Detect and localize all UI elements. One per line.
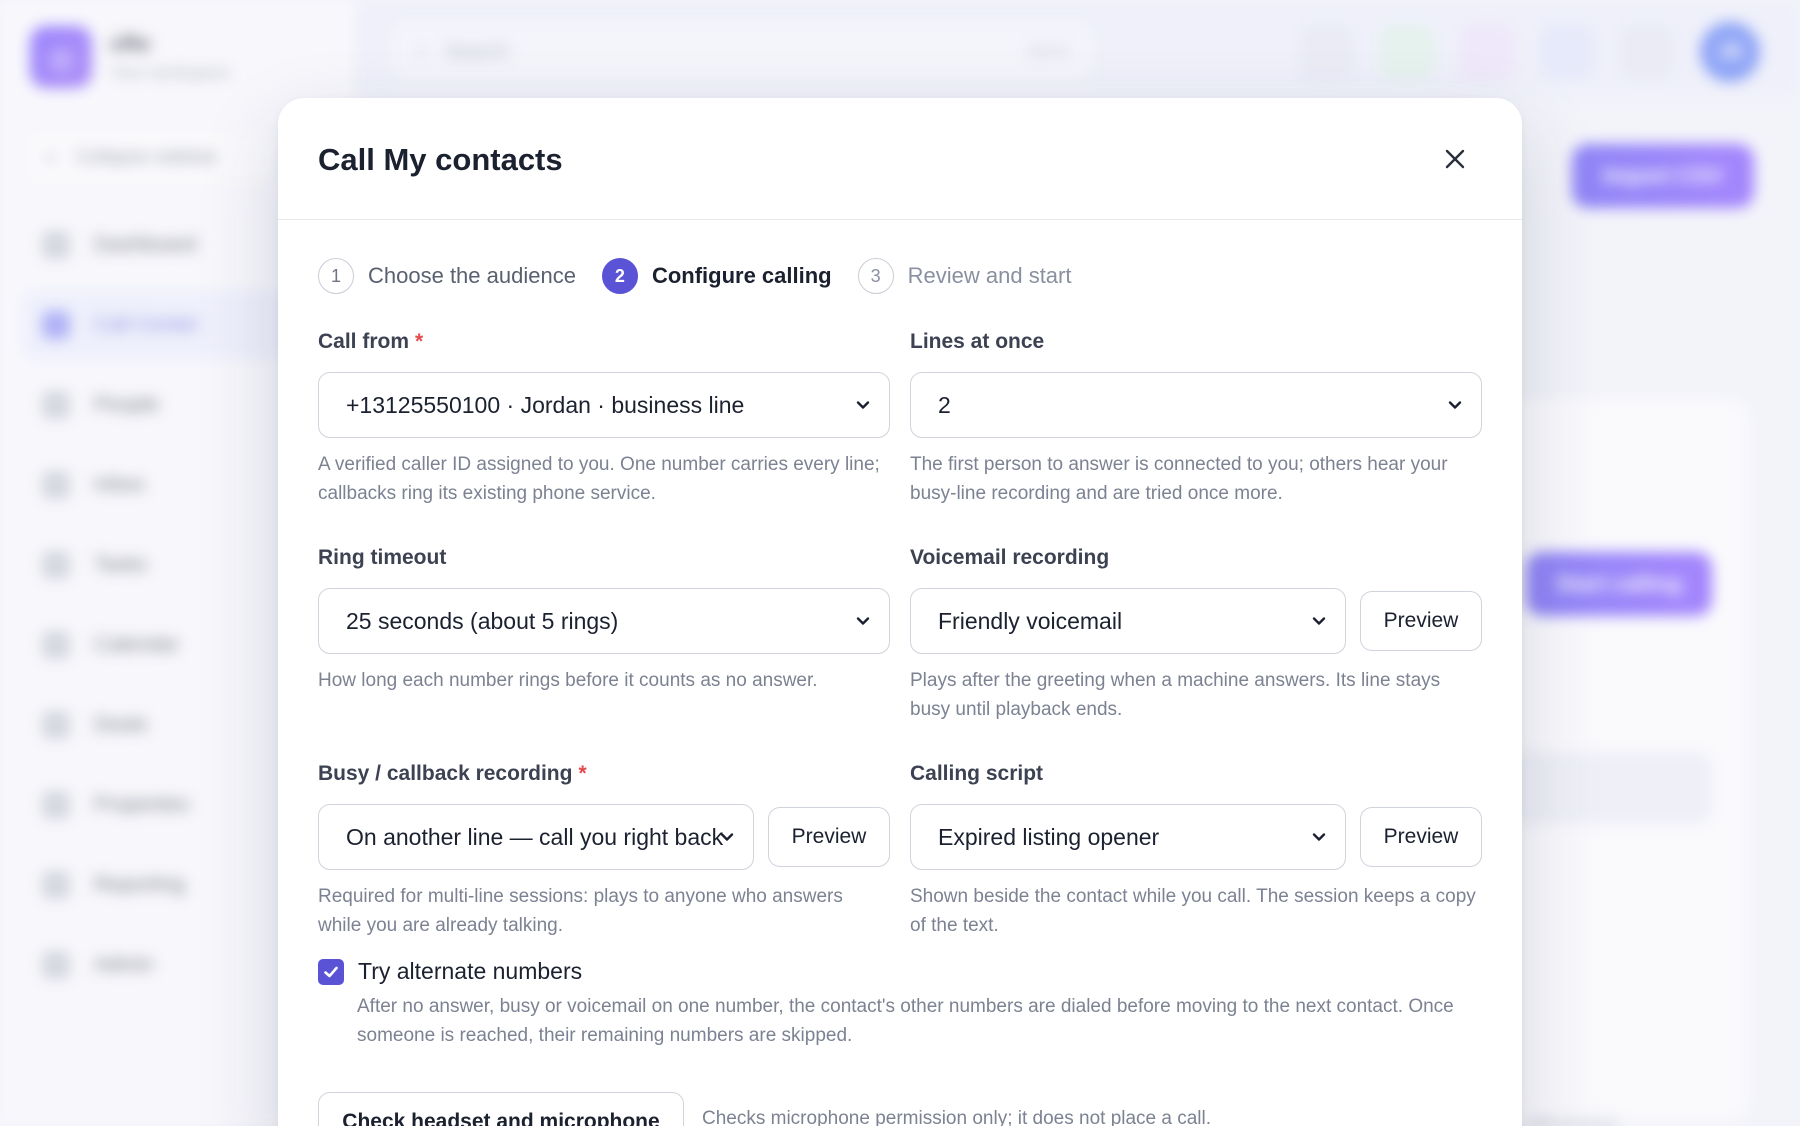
busy-recording-field: Busy / callback recording * On another li… <box>318 762 890 940</box>
busy-recording-help: Required for multi-line sessions: plays … <box>318 886 843 936</box>
close-icon <box>1445 149 1465 169</box>
calling-script-help: Shown beside the contact while you call.… <box>910 886 1476 936</box>
calling-script-preview-button[interactable]: Preview <box>1360 807 1482 867</box>
chevron-down-icon <box>720 833 734 841</box>
stepper: 1 Choose the audience 2 Configure callin… <box>318 258 1097 294</box>
busy-recording-label: Busy / callback recording * <box>318 762 587 785</box>
step-number: 1 <box>318 258 354 294</box>
busy-recording-select[interactable]: On another line — call you right back <box>318 804 754 870</box>
busy-recording-preview-button[interactable]: Preview <box>768 807 890 867</box>
calling-script-label: Calling script <box>910 762 1044 785</box>
ring-timeout-help: How long each number rings before it cou… <box>318 670 818 691</box>
chevron-down-icon <box>856 401 870 409</box>
voicemail-preview-button[interactable]: Preview <box>1360 591 1482 651</box>
voicemail-recording-field: Voicemail recording Friendly voicemail P… <box>910 546 1482 724</box>
call-from-help: A verified caller ID assigned to you. On… <box>318 454 880 504</box>
lines-at-once-label: Lines at once <box>910 330 1045 353</box>
call-from-label: Call from * <box>318 330 424 353</box>
call-from-field: Call from * +13125550100 · Jordan · busin… <box>318 330 890 508</box>
step-label: Review and start <box>907 263 1072 288</box>
step-number: 2 <box>601 258 638 294</box>
lines-at-once-select[interactable]: 2 <box>910 372 1482 438</box>
dialog-header: Call My contacts <box>278 98 1522 220</box>
alternate-numbers-help: After no answer, busy or voicemail on on… <box>357 996 1454 1046</box>
chevron-down-icon <box>1312 617 1326 625</box>
calling-script-field: Calling script Expired listing opener Pr… <box>910 762 1482 940</box>
ring-timeout-field: Ring timeout 25 seconds (about 5 rings) … <box>318 546 890 695</box>
alternate-numbers-row: Try alternate numbers <box>318 958 582 985</box>
calling-script-select[interactable]: Expired listing opener <box>910 804 1346 870</box>
voicemail-recording-help: Plays after the greeting when a machine … <box>910 670 1441 720</box>
required-marker: * <box>578 762 587 785</box>
lines-at-once-help: The first person to answer is connected … <box>910 454 1448 504</box>
headset-check-note: Checks microphone permission only; it do… <box>702 1108 1212 1126</box>
step-review-start: 3 Review and start <box>857 258 1072 294</box>
dialog-title: Call My contacts <box>318 142 563 177</box>
ring-timeout-select[interactable]: 25 seconds (about 5 rings) <box>318 588 890 654</box>
alternate-numbers-label[interactable]: Try alternate numbers <box>358 958 582 985</box>
chevron-down-icon <box>856 617 870 625</box>
lines-at-once-field: Lines at once 2 The first person to answ… <box>910 330 1482 508</box>
chevron-down-icon <box>1312 833 1326 841</box>
voicemail-recording-label: Voicemail recording <box>910 546 1110 569</box>
call-from-select[interactable]: +13125550100 · Jordan · business line <box>318 372 890 438</box>
step-number: 3 <box>857 258 894 294</box>
alternate-numbers-checkbox[interactable] <box>318 958 344 985</box>
step-configure-calling: 2 Configure calling <box>601 258 832 294</box>
call-contacts-dialog: Call My contacts 1 Choose the audience 2… <box>278 98 1522 1126</box>
step-label: Choose the audience <box>368 263 576 288</box>
chevron-down-icon <box>1448 401 1462 409</box>
check-headset-button[interactable]: Check headset and microphone <box>318 1092 684 1126</box>
checkmark-icon <box>324 966 338 977</box>
ring-timeout-label: Ring timeout <box>318 546 447 569</box>
step-label: Configure calling <box>651 263 832 288</box>
close-button[interactable] <box>1438 142 1472 176</box>
voicemail-recording-select[interactable]: Friendly voicemail <box>910 588 1346 654</box>
step-choose-audience[interactable]: 1 Choose the audience <box>318 258 576 294</box>
required-marker: * <box>415 330 424 353</box>
